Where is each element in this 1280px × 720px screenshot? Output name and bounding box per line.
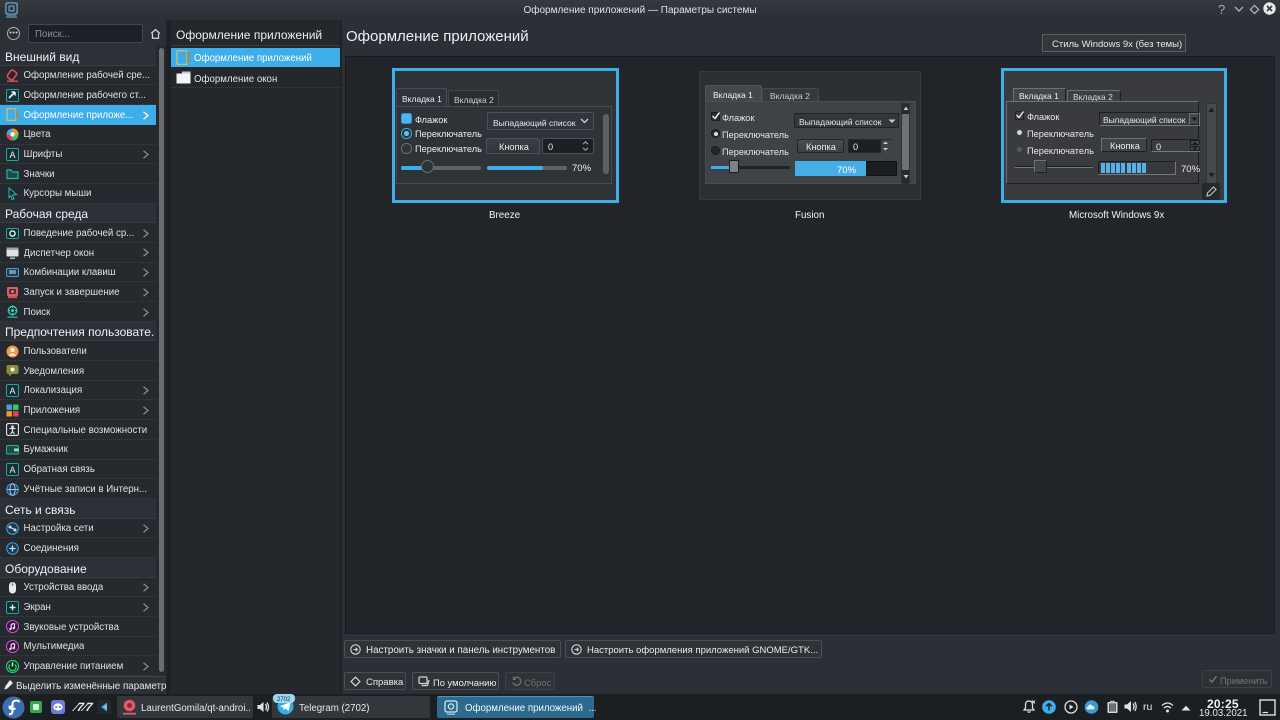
svg-text:A: A	[9, 465, 15, 475]
svg-text:A: A	[9, 386, 15, 396]
svg-text:A: A	[9, 150, 15, 160]
